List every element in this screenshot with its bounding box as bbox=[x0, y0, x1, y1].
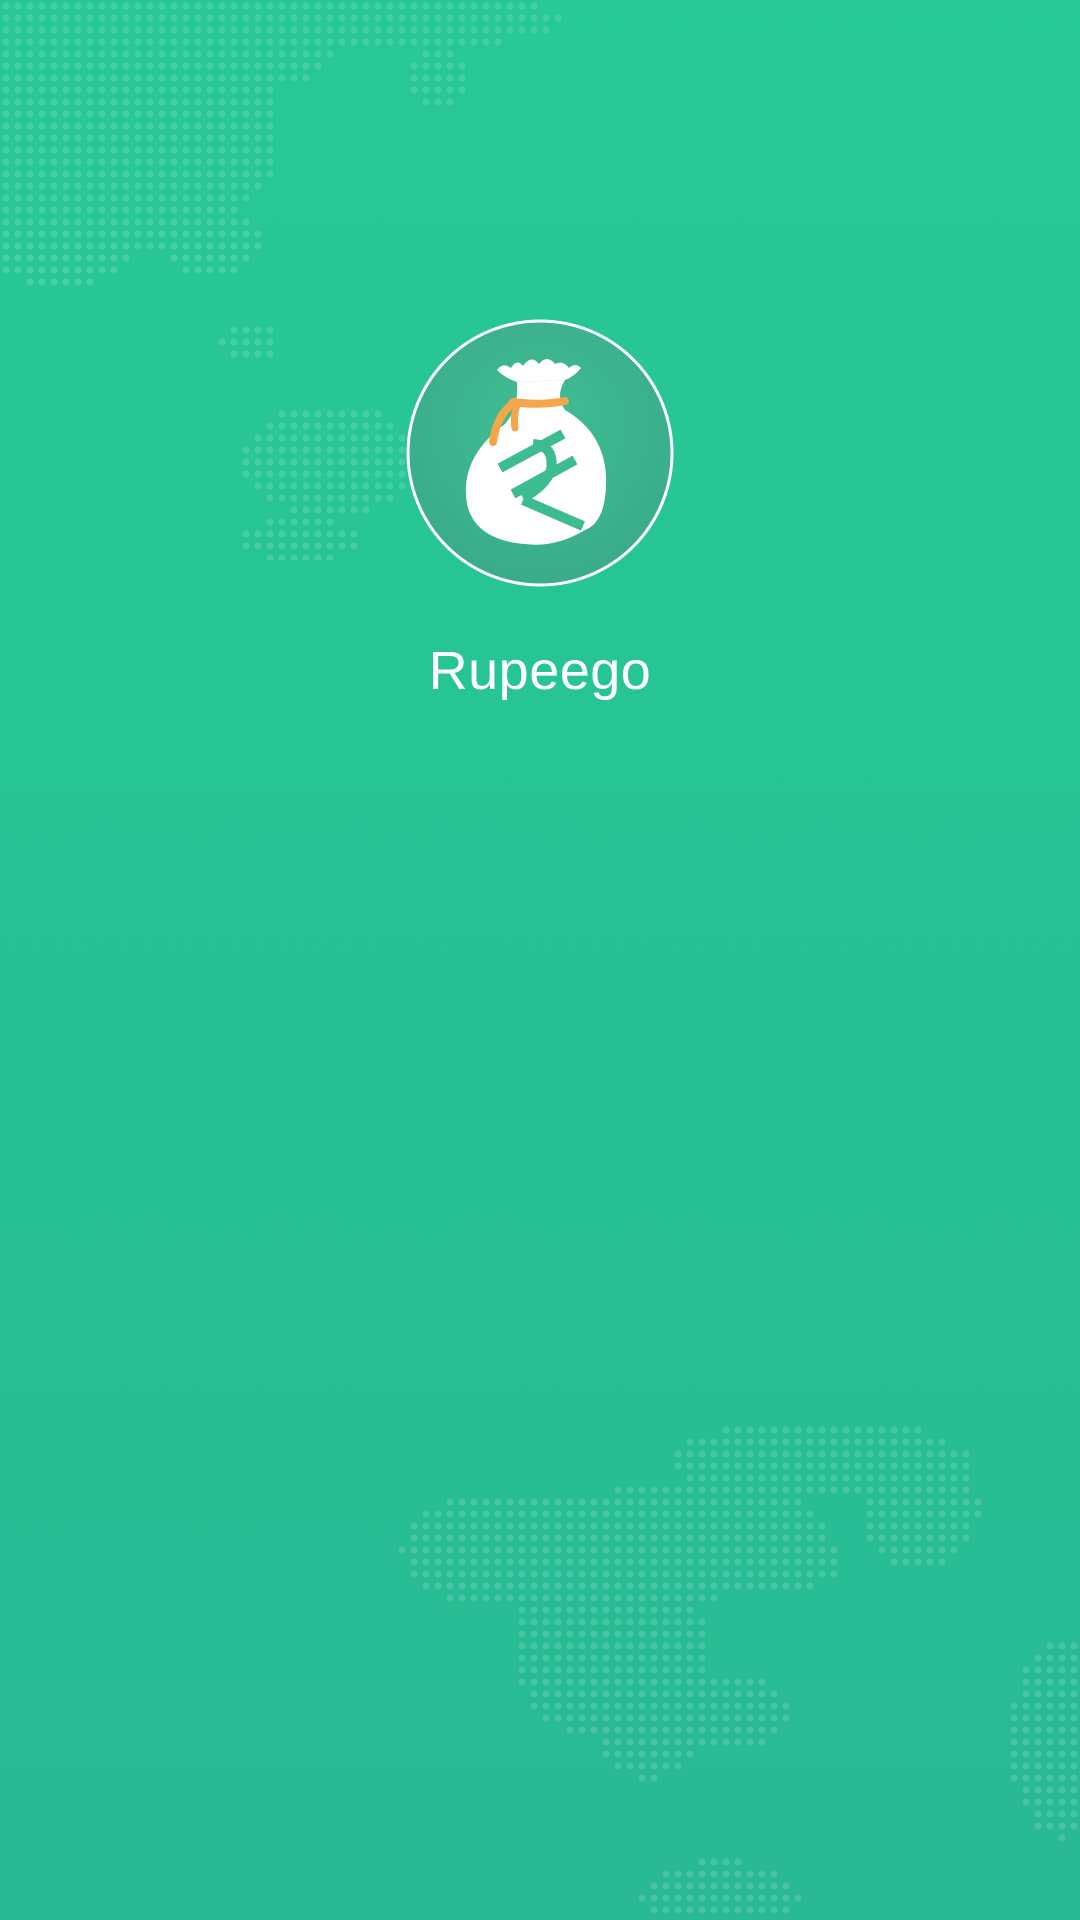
money-bag-rupee-icon bbox=[406, 319, 674, 587]
app-title: Rupeego bbox=[428, 641, 652, 701]
world-map-dots-icon bbox=[398, 1426, 1078, 1914]
world-map-bottom-decoration bbox=[360, 1400, 1080, 1920]
app-logo bbox=[405, 318, 675, 588]
